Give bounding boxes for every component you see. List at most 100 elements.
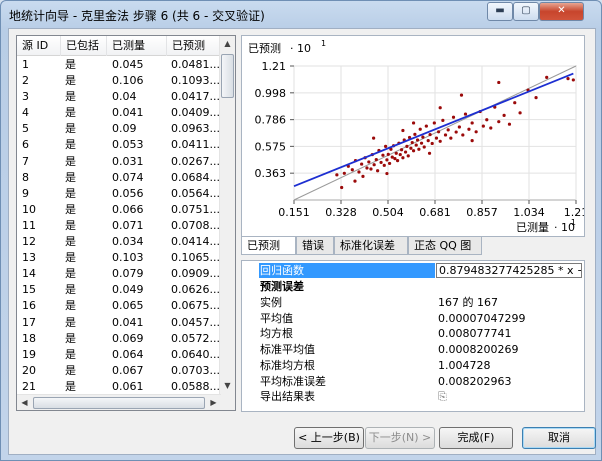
data-point — [353, 179, 357, 183]
export-table-icon[interactable]: ⎘ — [438, 389, 447, 404]
regression-row[interactable]: 回归函数 0.879483277425285 * x + 0.0... — [242, 263, 584, 279]
back-button[interactable]: < 上一步(B) — [294, 427, 364, 449]
regression-function-label: 回归函数 — [259, 263, 435, 278]
stat-key: 实例 — [260, 296, 282, 309]
cell-predicted: 0.0751... — [171, 202, 220, 216]
cell-predicted: 0.0909... — [171, 267, 220, 281]
cell-predicted: 0.0684... — [171, 170, 220, 184]
data-point — [545, 75, 549, 79]
y-tick-label: 0.786 — [255, 114, 287, 127]
maximize-button[interactable]: ▢ — [513, 2, 539, 21]
data-point — [438, 139, 442, 143]
horizontal-scrollbar[interactable]: ◀ ▶ — [17, 394, 221, 410]
scroll-up-icon[interactable]: ▲ — [220, 36, 235, 52]
table-row[interactable]: 10 是 0.066 0.0751... — [17, 202, 221, 218]
scroll-down-icon[interactable]: ▼ — [220, 378, 235, 394]
stat-value: 1.004728 — [438, 358, 491, 372]
table-row[interactable]: 3 是 0.04 0.0417... — [17, 89, 221, 105]
data-point — [432, 121, 436, 125]
cancel-button[interactable]: 取消 — [522, 427, 596, 449]
table-row[interactable]: 5 是 0.09 0.0963... — [17, 121, 221, 137]
table-row[interactable]: 16 是 0.065 0.0675... — [17, 298, 221, 314]
window-title: 地统计向导 - 克里金法 步骤 6 (共 6 - 交叉验证) — [9, 9, 265, 23]
table-row[interactable]: 21 是 0.061 0.0588... — [17, 379, 221, 395]
stat-key: 均方根 — [260, 327, 293, 341]
cell-measured: 0.049 — [112, 283, 144, 297]
stat-row: 均方根 0.008077741 — [242, 326, 584, 342]
scroll-right-icon[interactable]: ▶ — [206, 395, 221, 410]
tab-normal-qq-plot[interactable]: 正态 QQ 图 — [408, 237, 482, 255]
cell-source-id: 10 — [22, 202, 36, 216]
column-header-source-id[interactable]: 源 ID — [17, 36, 61, 56]
table-row[interactable]: 13 是 0.103 0.1065... — [17, 250, 221, 266]
table-row[interactable]: 8 是 0.074 0.0684... — [17, 170, 221, 186]
cell-predicted: 0.0640... — [171, 347, 220, 361]
data-point — [361, 174, 365, 178]
data-point — [374, 158, 378, 162]
data-point — [518, 111, 522, 115]
regression-function-value[interactable]: 0.879483277425285 * x + 0.0... — [436, 263, 582, 278]
data-point — [415, 138, 420, 142]
table-row[interactable]: 19 是 0.064 0.0640... — [17, 347, 221, 363]
table-row[interactable]: 11 是 0.071 0.0708... — [17, 218, 221, 234]
table-row[interactable]: 1 是 0.045 0.0481... — [17, 57, 221, 73]
table-row[interactable]: 7 是 0.031 0.0267... — [17, 154, 221, 170]
data-point — [357, 170, 361, 174]
data-point — [405, 144, 409, 148]
data-point — [457, 125, 461, 129]
minimize-button[interactable]: ▬ — [487, 2, 513, 21]
data-point — [335, 173, 339, 177]
data-point — [428, 132, 432, 137]
table-row[interactable]: 18 是 0.069 0.0572... — [17, 331, 221, 347]
data-point — [385, 158, 389, 162]
cell-included: 是 — [65, 186, 76, 200]
scroll-thumb[interactable] — [221, 54, 234, 98]
cell-included: 是 — [65, 154, 76, 168]
cross-validation-table[interactable]: 源 ID 已包括 已测量 已预测 1 是 0.045 0.0481... 2 是 0.106… — [16, 35, 236, 411]
data-point — [485, 118, 489, 122]
horizontal-scroll-thumb[interactable] — [33, 397, 205, 409]
y-tick-label: 1.21 — [262, 60, 287, 73]
cell-measured: 0.04 — [112, 90, 137, 104]
tab-error[interactable]: 错误 — [296, 237, 334, 255]
table-row[interactable]: 15 是 0.049 0.0626... — [17, 282, 221, 298]
cell-included: 是 — [65, 106, 76, 120]
cell-predicted: 0.0417... — [171, 90, 220, 104]
cell-predicted: 0.0626... — [171, 283, 220, 297]
table-row[interactable]: 4 是 0.041 0.0409... — [17, 105, 221, 121]
column-header-included[interactable]: 已包括 — [61, 36, 107, 56]
stat-key: 平均值 — [260, 311, 293, 325]
cell-predicted: 0.0457... — [171, 315, 220, 329]
data-point — [424, 124, 428, 128]
data-point — [410, 140, 414, 145]
data-point — [399, 148, 404, 152]
cell-measured: 0.067 — [112, 363, 144, 377]
table-row[interactable]: 20 是 0.067 0.0703... — [17, 363, 221, 379]
stat-value: 0.008077741 — [438, 327, 512, 341]
cell-included: 是 — [65, 218, 76, 232]
table-row[interactable]: 17 是 0.041 0.0457... — [17, 315, 221, 331]
cell-source-id: 5 — [22, 122, 29, 136]
table-row[interactable]: 6 是 0.053 0.0411... — [17, 137, 221, 153]
x-axis-exponent-power: 1 — [571, 218, 576, 227]
data-point — [446, 128, 450, 132]
table-row[interactable]: 12 是 0.034 0.0414... — [17, 234, 221, 250]
tab-predicted[interactable]: 已预测 — [241, 237, 296, 255]
close-button[interactable]: ✕ — [539, 2, 584, 21]
finish-button[interactable]: 完成(F) — [439, 427, 513, 449]
table-row[interactable]: 14 是 0.079 0.0909... — [17, 266, 221, 282]
data-point — [350, 168, 354, 172]
next-button[interactable]: 下一步(N) > — [365, 427, 435, 449]
cell-measured: 0.041 — [112, 106, 144, 120]
tab-standardized-error[interactable]: 标准化误差 — [334, 237, 408, 255]
table-row[interactable]: 9 是 0.056 0.0564... — [17, 186, 221, 202]
scroll-left-icon[interactable]: ◀ — [17, 395, 32, 410]
table-row[interactable]: 2 是 0.106 0.1093... — [17, 73, 221, 89]
vertical-scrollbar[interactable]: ▲ ▼ — [219, 36, 235, 410]
data-point — [409, 146, 413, 150]
column-header-predicted[interactable]: 已预测 — [167, 36, 223, 56]
data-point — [376, 169, 380, 173]
stat-key: 导出结果表 — [260, 390, 315, 404]
y-tick-label: 0.998 — [255, 87, 287, 100]
column-header-measured[interactable]: 已测量 — [107, 36, 167, 56]
